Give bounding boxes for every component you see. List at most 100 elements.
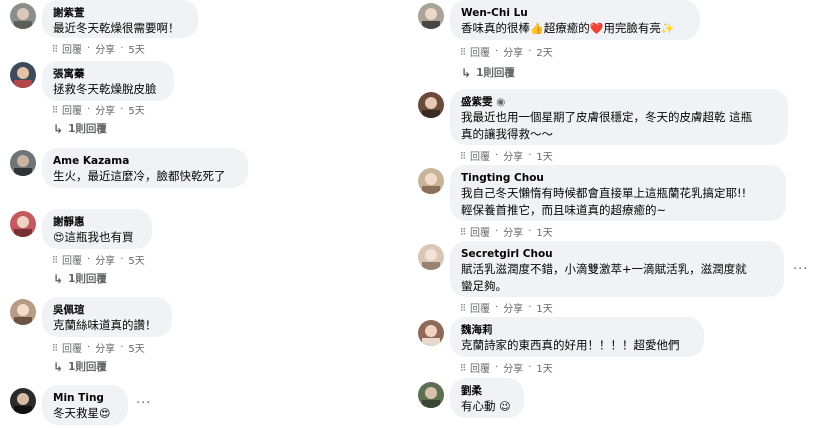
react-icon[interactable]: ⁝⁝ — [52, 103, 58, 116]
reply-button[interactable]: 回覆 — [470, 44, 490, 59]
avatar[interactable] — [418, 244, 444, 270]
wink-emoji: 😉 — [499, 400, 511, 413]
reply-button[interactable]: 回覆 — [62, 41, 82, 56]
sparkles-emoji: ✨ — [660, 22, 675, 35]
comment-bubble: Secretgirl Chou 賦活乳滋潤度不錯，小滴雙激萃+一滴賦活乳，滋潤度… — [450, 241, 784, 297]
comment-bubble: 謝靜惠 😍這瓶我也有買 — [42, 209, 152, 249]
commenter-name[interactable]: Min Ting — [53, 391, 117, 405]
timestamp[interactable]: 2天 — [536, 44, 552, 59]
react-icon[interactable]: ⁝⁝ — [460, 301, 466, 314]
comment-text: 😍這瓶我也有買 — [53, 230, 134, 244]
comment-bubble: Min Ting 冬天救星😍 — [42, 385, 128, 425]
share-button[interactable]: 分享 — [95, 102, 115, 117]
comment-actions: ⁝⁝ 回覆 · 分享 · 5天 — [52, 102, 145, 117]
reply-arrow-icon: ↳ — [53, 271, 64, 286]
comment-bubble: 謝紫萱 最近冬天乾燥很需要啊！ — [42, 0, 198, 38]
timestamp[interactable]: 5天 — [128, 252, 144, 267]
share-button[interactable]: 分享 — [503, 44, 523, 59]
share-button[interactable]: 分享 — [95, 252, 115, 267]
reply-button[interactable]: 回覆 — [62, 252, 82, 267]
commenter-name[interactable]: Tingting Chou — [461, 171, 775, 185]
avatar[interactable] — [418, 3, 444, 29]
commenter-name[interactable]: Secretgirl Chou — [461, 247, 773, 261]
commenter-name[interactable]: 謝靜惠 — [53, 215, 141, 229]
share-button[interactable]: 分享 — [503, 360, 523, 375]
avatar[interactable] — [10, 211, 36, 237]
comment-text: 賦活乳滋潤度不錯，小滴雙激萃+一滴賦活乳，滋潤度就 — [461, 262, 747, 276]
avatar[interactable] — [10, 3, 36, 29]
more-options-icon[interactable]: ··· — [793, 262, 808, 277]
comment-text: 香味真的很棒👍超療癒的❤️用完臉有亮✨ — [461, 21, 675, 35]
comment-bubble: Tingting Chou 我自己冬天懶惰有時候都會直接單上這瓶蘭花乳搞定耶!!… — [450, 165, 786, 221]
commenter-name[interactable]: 劉柔 — [461, 384, 513, 398]
share-button[interactable]: 分享 — [503, 148, 523, 163]
share-button[interactable]: 分享 — [95, 340, 115, 355]
reply-arrow-icon: ↳ — [461, 65, 472, 80]
react-icon[interactable]: ⁝⁝ — [460, 361, 466, 374]
react-icon[interactable]: ⁝⁝ — [52, 341, 58, 354]
thumbs-up-emoji: 👍 — [530, 22, 544, 35]
comment-text-line2: 真的讓我得救～～ — [461, 127, 553, 141]
reply-button[interactable]: 回覆 — [62, 102, 82, 117]
timestamp[interactable]: 5天 — [128, 102, 144, 117]
avatar[interactable] — [418, 168, 444, 194]
avatar[interactable] — [10, 62, 36, 88]
commenter-name[interactable]: 盛紫雯 ◉ — [461, 95, 777, 109]
reply-button[interactable]: 回覆 — [470, 360, 490, 375]
commenter-name[interactable]: 謝紫萱 — [53, 6, 187, 20]
avatar[interactable] — [10, 388, 36, 414]
reply-button[interactable]: 回覆 — [470, 148, 490, 163]
comment-actions: ⁝⁝ 回覆 · 分享 · 1天 — [460, 224, 553, 239]
reply-arrow-icon: ↳ — [53, 359, 64, 374]
reply-arrow-icon: ↳ — [53, 121, 64, 136]
share-button[interactable]: 分享 — [503, 224, 523, 239]
react-icon[interactable]: ⁝⁝ — [52, 42, 58, 55]
comment-actions: ⁝⁝ 回覆 · 分享 · 1天 — [460, 148, 553, 163]
comment-bubble: Ame Kazama 生火，最近這麼冷，臉都快乾死了 — [42, 148, 248, 188]
comment-text: 我最近也用一個星期了皮膚很穩定，冬天的皮膚超乾 這瓶 — [461, 110, 753, 124]
view-replies-link[interactable]: ↳ 1則回覆 — [461, 65, 515, 80]
comment-actions: ⁝⁝ 回覆 · 分享 · 5天 — [52, 340, 145, 355]
comment-text: 冬天救星😍 — [53, 406, 111, 420]
react-icon[interactable]: ⁝⁝ — [52, 253, 58, 266]
avatar[interactable] — [418, 382, 444, 408]
timestamp[interactable]: 5天 — [128, 41, 144, 56]
view-replies-link[interactable]: ↳ 1則回覆 — [53, 359, 107, 374]
comment-text: 克蘭詩家的東西真的好用！！！！超愛他們 — [461, 338, 680, 352]
avatar[interactable] — [10, 299, 36, 325]
share-button[interactable]: 分享 — [503, 300, 523, 315]
share-button[interactable]: 分享 — [95, 41, 115, 56]
comment-actions: ⁝⁝ 回覆 · 分享 · 1天 — [460, 300, 553, 315]
top-fan-badge-icon: ◉ — [496, 96, 506, 108]
comment-text: 最近冬天乾燥很需要啊！ — [53, 21, 180, 35]
react-icon[interactable]: ⁝⁝ — [460, 149, 466, 162]
timestamp[interactable]: 1天 — [536, 300, 552, 315]
comment-actions: ⁝⁝ 回覆 · 分享 · 2天 — [460, 44, 553, 59]
timestamp[interactable]: 1天 — [536, 360, 552, 375]
more-options-icon[interactable]: ··· — [136, 396, 151, 411]
comment-text: 克蘭絲味道真的讚！ — [53, 318, 157, 332]
reply-button[interactable]: 回覆 — [470, 300, 490, 315]
heart-emoji: ❤️ — [589, 22, 604, 35]
comment-actions: ⁝⁝ 回覆 · 分享 · 5天 — [52, 252, 145, 267]
comment-text-line2: 蠻足夠。 — [461, 279, 507, 293]
commenter-name[interactable]: Wen-Chi Lu — [461, 6, 689, 20]
commenter-name[interactable]: 張寓蓁 — [53, 67, 163, 81]
commenter-name[interactable]: Ame Kazama — [53, 154, 237, 168]
commenter-name[interactable]: 吳佩瑄 — [53, 303, 161, 317]
avatar[interactable] — [418, 92, 444, 118]
timestamp[interactable]: 1天 — [536, 148, 552, 163]
view-replies-link[interactable]: ↳ 1則回覆 — [53, 271, 107, 286]
timestamp[interactable]: 5天 — [128, 340, 144, 355]
reply-button[interactable]: 回覆 — [470, 224, 490, 239]
avatar[interactable] — [10, 150, 36, 176]
view-replies-link[interactable]: ↳ 1則回覆 — [53, 121, 107, 136]
comment-text: 生火，最近這麼冷，臉都快乾死了 — [53, 169, 226, 183]
timestamp[interactable]: 1天 — [536, 224, 552, 239]
react-icon[interactable]: ⁝⁝ — [460, 225, 466, 238]
react-icon[interactable]: ⁝⁝ — [460, 45, 466, 58]
comment-bubble: Wen-Chi Lu 香味真的很棒👍超療癒的❤️用完臉有亮✨ — [450, 0, 700, 40]
avatar[interactable] — [418, 320, 444, 346]
reply-button[interactable]: 回覆 — [62, 340, 82, 355]
commenter-name[interactable]: 魏海莉 — [461, 323, 693, 337]
